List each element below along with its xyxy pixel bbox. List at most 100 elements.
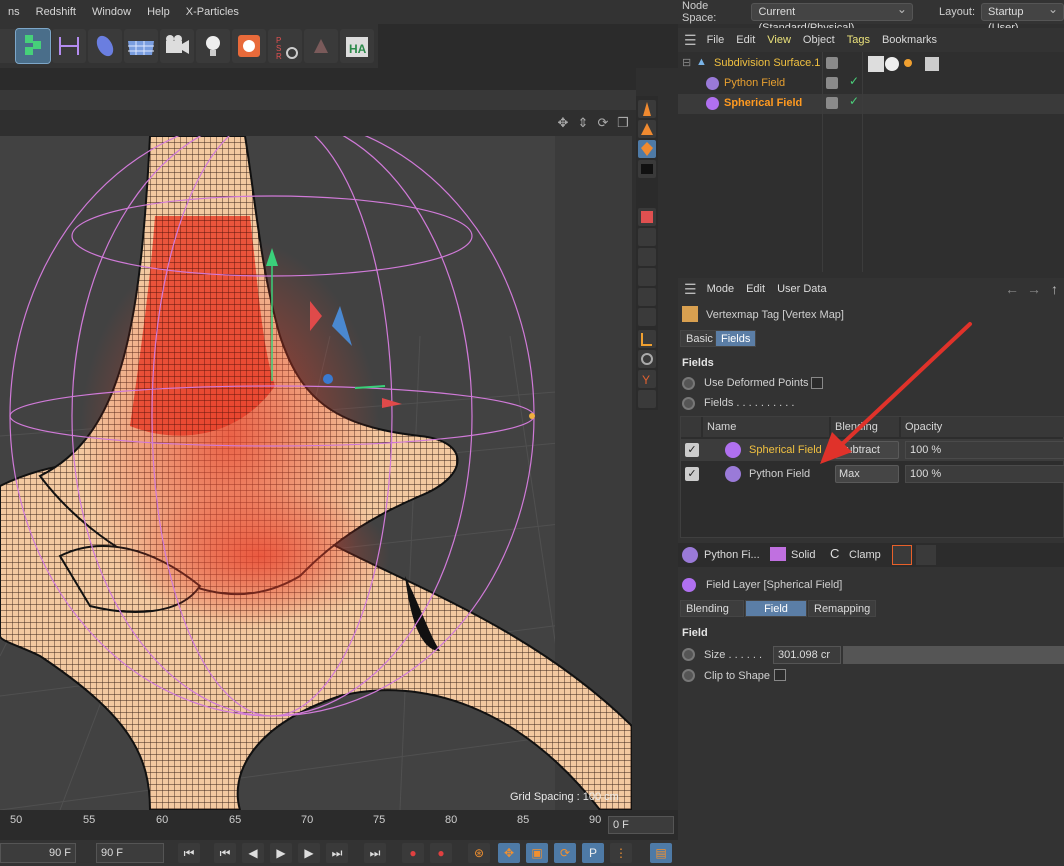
- visibility-icon[interactable]: [826, 57, 838, 69]
- rotate-view-icon[interactable]: ⟳: [595, 115, 611, 131]
- size-input[interactable]: 301.098 cr: [773, 646, 841, 664]
- layer-tab-field[interactable]: Field: [745, 600, 807, 617]
- previous-frame-icon[interactable]: ◀: [242, 843, 264, 863]
- menu-item-window[interactable]: Window: [84, 6, 139, 18]
- layer-tab-blending[interactable]: Blending: [680, 600, 744, 617]
- add-layer-icon[interactable]: [892, 545, 912, 565]
- object-name[interactable]: Python Field: [724, 77, 785, 89]
- render-settings-icon[interactable]: [232, 29, 266, 63]
- anim-radio[interactable]: [682, 377, 695, 390]
- object-row-python-field[interactable]: Python Field ✓: [678, 74, 1064, 94]
- play-icon[interactable]: ▶: [270, 843, 292, 863]
- layer-button-clamp[interactable]: Clamp: [849, 546, 881, 564]
- layout-select[interactable]: Startup (User): [981, 1, 1064, 34]
- locked-icon[interactable]: [638, 330, 656, 348]
- zoom-view-icon[interactable]: ⇕: [575, 115, 591, 131]
- om-menu-view[interactable]: View: [761, 34, 797, 46]
- hamburger-icon[interactable]: ☰: [684, 32, 697, 49]
- om-menu-tags[interactable]: Tags: [841, 34, 876, 46]
- tag-material-icon[interactable]: [925, 57, 939, 71]
- am-menu-user-data[interactable]: User Data: [771, 283, 833, 295]
- field-enabled-checkbox[interactable]: ✓: [685, 467, 699, 481]
- timeline-ruler[interactable]: 50 55 60 65 70 75 80 85 90 0 F: [0, 810, 678, 840]
- camera-tool-icon[interactable]: [160, 29, 194, 63]
- light-tool-icon[interactable]: [196, 29, 230, 63]
- om-menu-edit[interactable]: Edit: [730, 34, 761, 46]
- hamburger-icon[interactable]: ☰: [684, 281, 697, 298]
- up-arrow-icon[interactable]: ↑: [1045, 281, 1064, 297]
- solo-icon[interactable]: [638, 288, 656, 306]
- tag-sphere-icon[interactable]: [885, 57, 899, 71]
- layer-button-python[interactable]: Python Fi...: [704, 546, 760, 564]
- ha-tool-icon[interactable]: HA: [340, 29, 374, 63]
- menu-item-x-particles[interactable]: X-Particles: [178, 6, 247, 18]
- record-icon[interactable]: ●: [402, 843, 424, 863]
- om-menu-bookmarks[interactable]: Bookmarks: [876, 34, 943, 46]
- start-frame-field[interactable]: 90 F: [0, 843, 76, 863]
- object-row-subdivision[interactable]: ⊟ ▲ Subdivision Surface.1: [678, 54, 1064, 74]
- settings-gear-icon[interactable]: [638, 350, 656, 368]
- key-pla-icon[interactable]: ⋮: [610, 843, 632, 863]
- am-menu-mode[interactable]: Mode: [701, 283, 741, 295]
- key-position-icon[interactable]: ✥: [498, 843, 520, 863]
- am-menu-edit[interactable]: Edit: [740, 283, 771, 295]
- polygons-mode-icon[interactable]: [638, 140, 656, 158]
- next-frame-icon[interactable]: ▶: [298, 843, 320, 863]
- visibility-icon[interactable]: [826, 97, 838, 109]
- menu-item-redshift[interactable]: Redshift: [28, 6, 84, 18]
- workplane-icon[interactable]: [638, 248, 656, 266]
- auto-key-icon[interactable]: ●: [430, 843, 452, 863]
- timeline-window-icon[interactable]: ▤: [650, 843, 672, 863]
- deformer-tool-icon[interactable]: [88, 29, 122, 63]
- dots-icon[interactable]: [638, 390, 656, 408]
- axis-tool-icon[interactable]: [304, 29, 338, 63]
- anim-radio[interactable]: [682, 669, 695, 682]
- tag-vertexmap-icon[interactable]: [904, 59, 912, 67]
- texture-mode-icon[interactable]: [638, 208, 656, 226]
- go-to-end-icon[interactable]: ⏭: [364, 843, 386, 863]
- object-row-spherical-field[interactable]: Spherical Field ✓: [678, 94, 1064, 114]
- add-folder-icon[interactable]: [916, 545, 936, 565]
- selection-icon[interactable]: [638, 308, 656, 326]
- om-menu-file[interactable]: File: [701, 34, 731, 46]
- key-rotation-icon[interactable]: ⟳: [554, 843, 576, 863]
- forward-arrow-icon[interactable]: →: [1023, 281, 1045, 297]
- 3d-viewport[interactable]: [0, 136, 632, 810]
- go-to-start-icon[interactable]: ⏮: [178, 843, 200, 863]
- keyframe-selection-icon[interactable]: ⊛: [468, 843, 490, 863]
- layer-button-solid[interactable]: Solid: [791, 546, 815, 564]
- anim-radio[interactable]: [682, 648, 695, 661]
- menu-item-help[interactable]: Help: [139, 6, 178, 18]
- next-key-icon[interactable]: ⏭: [326, 843, 348, 863]
- cube-tool-icon[interactable]: [15, 28, 51, 64]
- snap-icon[interactable]: [638, 228, 656, 246]
- object-name[interactable]: Spherical Field: [724, 97, 802, 109]
- tab-fields[interactable]: Fields: [715, 330, 757, 347]
- axis-lock-icon[interactable]: [638, 268, 656, 286]
- psr-tool-icon[interactable]: PSR: [268, 29, 302, 63]
- move-view-icon[interactable]: ✥: [555, 115, 571, 131]
- maximize-view-icon[interactable]: ❐: [615, 115, 631, 131]
- tree-toggle-icon[interactable]: ⊟: [682, 56, 691, 69]
- current-frame-field[interactable]: 0 F: [608, 816, 674, 834]
- object-name[interactable]: Subdivision Surface.1: [714, 57, 820, 69]
- node-space-select[interactable]: Current (Standard/Physical): [751, 1, 913, 34]
- layer-tab-remapping[interactable]: Remapping: [808, 600, 877, 617]
- menu-item-ns[interactable]: ns: [0, 6, 28, 18]
- key-scale-icon[interactable]: ▣: [526, 843, 548, 863]
- visibility-icon[interactable]: [826, 77, 838, 89]
- y-axis-icon[interactable]: Y: [638, 370, 656, 388]
- uv-mode-icon[interactable]: [638, 160, 656, 178]
- enabled-check-icon[interactable]: ✓: [849, 74, 859, 88]
- size-slider[interactable]: [843, 646, 1064, 664]
- clip-to-shape-checkbox[interactable]: [774, 669, 786, 681]
- floor-tool-icon[interactable]: [124, 29, 158, 63]
- enabled-check-icon[interactable]: ✓: [849, 94, 859, 108]
- previous-key-icon[interactable]: ⏮: [214, 843, 236, 863]
- anim-radio[interactable]: [682, 397, 695, 410]
- tag-checker-icon[interactable]: [868, 56, 884, 72]
- spline-tool-icon[interactable]: [52, 29, 86, 63]
- end-frame-field[interactable]: 90 F: [96, 843, 164, 863]
- field-enabled-checkbox[interactable]: ✓: [685, 443, 699, 457]
- key-parameter-icon[interactable]: P: [582, 843, 604, 863]
